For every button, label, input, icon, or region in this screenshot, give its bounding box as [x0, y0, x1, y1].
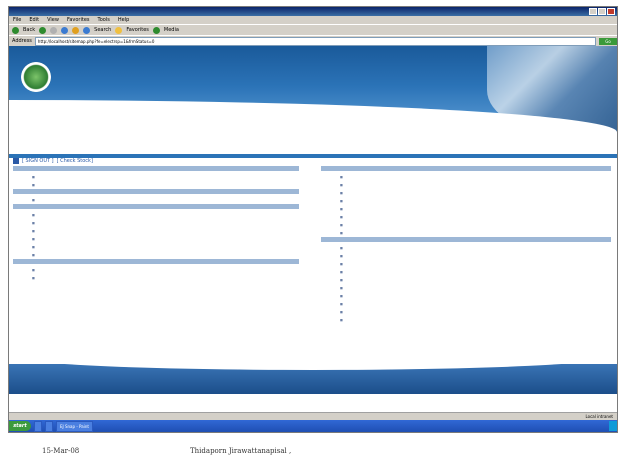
report-link[interactable]	[321, 213, 611, 221]
window-titlebar	[9, 7, 617, 16]
go-button[interactable]: Go	[599, 37, 617, 45]
menu-divider	[9, 154, 617, 158]
left-menu-column	[13, 166, 299, 282]
minimize-button[interactable]	[589, 8, 597, 15]
menu-favorites[interactable]: Favorites	[67, 16, 90, 24]
report-link[interactable]	[321, 308, 611, 316]
section-header	[13, 166, 299, 171]
menu-edit[interactable]: Edit	[29, 16, 39, 24]
menu-link[interactable]	[13, 235, 299, 243]
browser-toolbar: Back Search Favorites Media	[9, 24, 617, 35]
report-link[interactable]	[321, 260, 611, 268]
report-link[interactable]	[321, 181, 611, 189]
report-link[interactable]	[321, 229, 611, 237]
media-icon[interactable]	[152, 26, 160, 34]
auth-links: [ SIGN OUT ] [ Check Stock]	[13, 158, 93, 164]
menu-link[interactable]	[13, 227, 299, 235]
maximize-button[interactable]	[598, 8, 606, 15]
home-icon[interactable]	[72, 26, 80, 34]
footer-wave	[9, 356, 617, 370]
menu-link[interactable]	[13, 211, 299, 219]
section-header	[13, 189, 299, 194]
favorites-button[interactable]: Favorites	[126, 25, 149, 35]
menu-link[interactable]	[13, 274, 299, 282]
menu-link[interactable]	[13, 243, 299, 251]
window-controls	[589, 8, 615, 15]
hospital-logo	[21, 62, 51, 92]
section-header	[321, 237, 611, 242]
address-label: Address	[12, 38, 32, 44]
system-tray-clock	[609, 421, 617, 431]
report-link[interactable]	[321, 300, 611, 308]
check-stock-link[interactable]: [ Check Stock]	[57, 158, 93, 164]
refresh-icon[interactable]	[61, 26, 69, 34]
report-link[interactable]	[321, 292, 611, 300]
forward-icon[interactable]	[39, 26, 47, 34]
menu-bar: File Edit View Favorites Tools Help	[9, 16, 617, 24]
search-icon[interactable]	[83, 26, 91, 34]
page-viewport: [ SIGN OUT ] [ Check Stock]	[9, 46, 617, 412]
favorites-icon[interactable]	[115, 26, 123, 34]
stop-icon[interactable]	[50, 26, 58, 34]
site-banner	[9, 46, 617, 146]
menu-tools[interactable]: Tools	[98, 16, 110, 24]
menu-link[interactable]	[13, 173, 299, 181]
slide-date: 15-Mar-08	[42, 447, 80, 455]
report-link[interactable]	[321, 284, 611, 292]
taskbar-task-paint[interactable]: EJ Snap - Paint	[56, 420, 93, 432]
report-link[interactable]	[321, 316, 611, 324]
search-button[interactable]: Search	[94, 25, 111, 35]
report-link[interactable]	[321, 173, 611, 181]
menu-help[interactable]: Help	[118, 16, 129, 24]
menu-link[interactable]	[13, 181, 299, 189]
browser-screenshot: File Edit View Favorites Tools Help Back…	[8, 6, 618, 433]
back-icon[interactable]	[12, 26, 19, 34]
menu-link[interactable]	[13, 219, 299, 227]
section-header	[13, 259, 299, 264]
section-header	[321, 166, 611, 171]
taskbar-task-browser[interactable]	[45, 420, 53, 432]
report-link[interactable]	[321, 244, 611, 252]
slide-author: Thidaporn Jirawattanapisal ,	[190, 447, 292, 455]
menu-link[interactable]	[13, 196, 299, 204]
windows-taskbar: start EJ Snap - Paint	[9, 420, 617, 432]
section-header	[13, 204, 299, 209]
page-footer-band	[9, 356, 617, 394]
back-button[interactable]: Back	[23, 25, 35, 35]
sign-out-link[interactable]: [ SIGN OUT ]	[22, 158, 54, 164]
address-bar: Address http://localhost/sitemap.php?fe=…	[9, 35, 617, 46]
start-button[interactable]: start	[9, 421, 31, 431]
report-link[interactable]	[321, 189, 611, 197]
report-link[interactable]	[321, 205, 611, 213]
menu-file[interactable]: File	[13, 16, 21, 24]
report-link[interactable]	[321, 252, 611, 260]
right-menu-column	[321, 166, 611, 324]
report-link[interactable]	[321, 197, 611, 205]
address-input[interactable]: http://localhost/sitemap.php?fe=electrsp…	[34, 36, 596, 46]
menu-view[interactable]: View	[47, 16, 59, 24]
menu-link[interactable]	[13, 251, 299, 259]
user-icon	[13, 158, 19, 164]
media-button[interactable]: Media	[164, 25, 179, 35]
report-link[interactable]	[321, 268, 611, 276]
close-button[interactable]	[607, 8, 615, 15]
report-link[interactable]	[321, 276, 611, 284]
menu-link[interactable]	[13, 266, 299, 274]
report-link[interactable]	[321, 221, 611, 229]
taskbar-quicklaunch[interactable]	[34, 420, 42, 432]
